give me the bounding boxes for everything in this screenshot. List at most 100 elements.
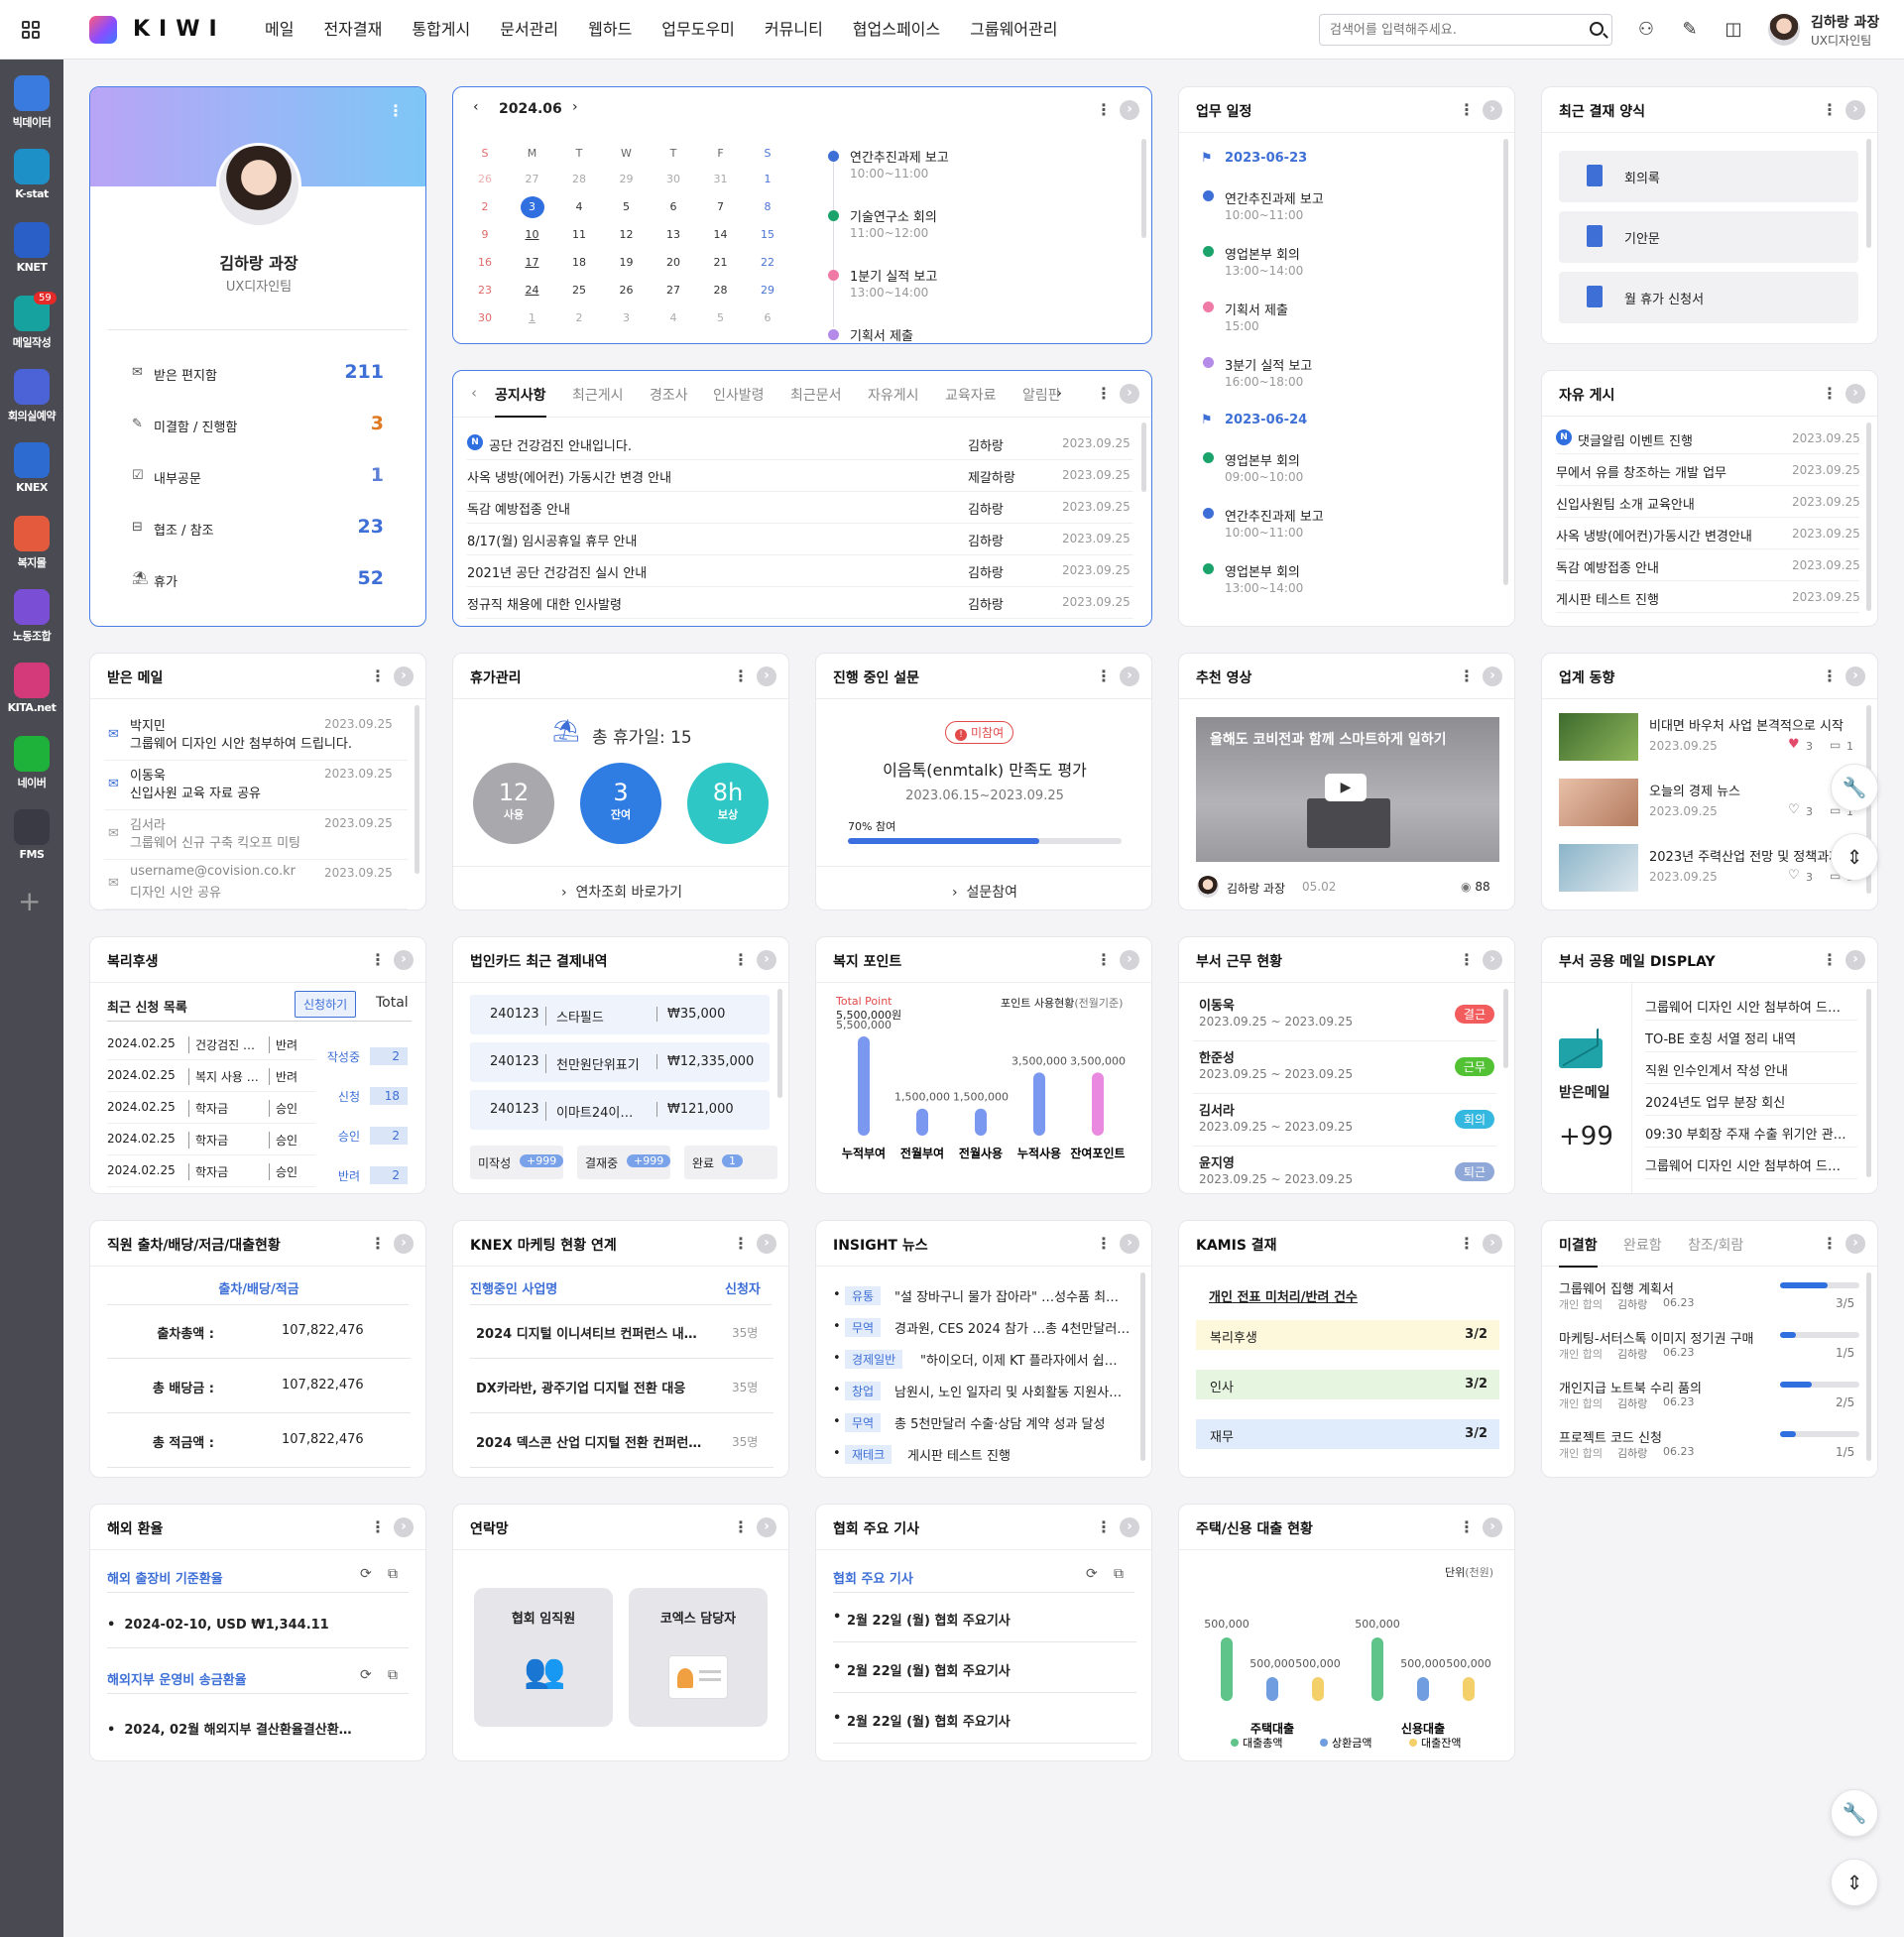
approval-title[interactable]: 프로젝트 코드 신청 (1559, 1427, 1769, 1446)
arrow-right-icon[interactable]: › (1483, 1234, 1502, 1254)
mail-row[interactable]: ✉ 이동욱 신입사원 교육 자료 공유 2023.09.25 (104, 761, 408, 810)
arrow-right-icon[interactable]: › (1845, 666, 1865, 686)
post-row[interactable]: N 댓글알림 이벤트 진행 2023.09.25 (1556, 423, 1860, 454)
notice-row[interactable]: 사옥 냉방(에어컨) 가동시간 변경 안내 제갈하랑 2023.09.25 (467, 460, 1133, 492)
staff-contacts-tile[interactable]: 협회 임직원 👥 (474, 1588, 613, 1727)
calendar-day[interactable]: 1 (521, 307, 544, 329)
more-icon[interactable]: ⋮ (1820, 100, 1840, 120)
pencil-icon[interactable]: ✎ (1678, 18, 1702, 42)
remit-rate-title[interactable]: 해외지부 운영비 송금환율 (107, 1669, 247, 1688)
more-icon[interactable]: ⋮ (368, 1517, 388, 1537)
calendar-day[interactable]: 27 (661, 280, 685, 302)
calendar-day[interactable]: 17 (521, 252, 544, 274)
welfare-row[interactable]: 2024.02.25 학자금 승인 (107, 1092, 315, 1124)
calendar-day[interactable]: 2 (473, 196, 497, 218)
calendar-day[interactable]: 15 (756, 224, 779, 246)
calendar-day[interactable]: 9 (473, 224, 497, 246)
stat-label[interactable]: 휴가 (154, 571, 178, 590)
more-icon[interactable]: ⋮ (731, 666, 751, 686)
calendar-day[interactable]: 11 (567, 224, 591, 246)
post-row[interactable]: 독감 예방접종 안내 2023.09.25 (1556, 549, 1860, 581)
arrow-right-icon[interactable]: › (1120, 950, 1139, 970)
summary-label[interactable]: 신청 (326, 1088, 360, 1105)
sidebar-item[interactable]: KNEX (0, 442, 63, 494)
calendar-day[interactable]: 16 (473, 252, 497, 274)
scrollbar[interactable] (777, 989, 782, 1098)
arrow-right-icon[interactable]: › (1845, 1234, 1865, 1254)
sidebar-item[interactable]: K-stat (0, 149, 63, 200)
calendar-day[interactable]: 12 (615, 224, 639, 246)
nav-item[interactable]: 문서관리 (485, 0, 573, 60)
sidebar-item[interactable]: KNET (0, 222, 63, 274)
notice-tab[interactable]: 공지사항 (495, 385, 546, 418)
scrollbar[interactable] (415, 705, 419, 874)
calendar-day[interactable]: 22 (756, 252, 779, 274)
external-link-icon[interactable]: ⧉ (388, 1566, 398, 1582)
travel-rate-title[interactable]: 해외 출장비 기준환율 (107, 1568, 223, 1587)
calendar-day[interactable]: 28 (709, 280, 733, 302)
more-icon[interactable]: ⋮ (1457, 1234, 1477, 1254)
shared-mail-row[interactable]: 2024년도 업무 분장 회신 (1645, 1084, 1857, 1116)
notice-tab[interactable]: 교육자료 (945, 385, 997, 405)
kamis-row[interactable]: 재무 3/2 (1196, 1419, 1499, 1449)
event-title[interactable]: 기획서 제출 (850, 325, 913, 343)
scrollbar[interactable] (1503, 139, 1508, 585)
attendance-row[interactable]: 윤지영 2023.09.25 ~ 2023.09.25 퇴근 (1193, 1147, 1496, 1193)
calendar-day[interactable]: 4 (567, 196, 591, 218)
post-row[interactable]: 무에서 유를 창조하는 개발 업무 2023.09.25 (1556, 454, 1860, 486)
profile-avatar[interactable] (216, 143, 301, 228)
card-payment-row[interactable]: 240123 천만원단위표기 ₩12,335,000 (470, 1042, 770, 1082)
event-title[interactable]: 연간추진과제 보고 (850, 147, 949, 166)
play-icon[interactable]: ▶ (1325, 774, 1367, 801)
calendar-day[interactable]: 29 (615, 169, 639, 190)
calendar-day[interactable]: 24 (521, 280, 544, 302)
survey-name[interactable]: 이음톡(enmtalk) 만족도 평가 (816, 757, 1151, 781)
sidebar-item[interactable]: 노동조합 (0, 589, 63, 644)
calendar-day[interactable]: 30 (661, 169, 685, 190)
nav-item[interactable]: 메일 (250, 0, 308, 60)
arrow-right-icon[interactable]: › (394, 1234, 414, 1254)
shared-mail-row[interactable]: 그룹웨어 디자인 시안 첨부하여 드… (1645, 989, 1857, 1021)
arrow-right-icon[interactable]: › (1845, 384, 1865, 404)
calendar-day[interactable]: 25 (567, 280, 591, 302)
arrow-right-icon[interactable]: › (394, 1517, 414, 1537)
sidebar-item[interactable]: 회의실예약 (0, 369, 63, 424)
search-icon[interactable] (1590, 22, 1604, 36)
pending-tab[interactable]: 참조/회람 (1688, 1235, 1743, 1255)
card-status-chip[interactable]: 미작성 +999 (470, 1146, 564, 1179)
schedule-title[interactable]: 연간추진과제 보고 (1225, 188, 1324, 207)
nav-item[interactable]: 그룹웨어관리 (955, 0, 1072, 60)
calendar-day[interactable]: 30 (473, 307, 497, 329)
arrow-right-icon[interactable]: › (757, 1234, 776, 1254)
nav-item[interactable]: 커뮤니티 (750, 0, 838, 60)
summary-label[interactable]: 승인 (326, 1128, 360, 1145)
arrow-right-icon[interactable]: › (1483, 666, 1502, 686)
arrow-right-icon[interactable]: › (1483, 100, 1502, 120)
more-icon[interactable]: ⋮ (1094, 666, 1114, 686)
pending-tab[interactable]: 미결함 (1559, 1235, 1598, 1268)
calendar-day[interactable]: 2 (567, 307, 591, 329)
more-icon[interactable]: ⋮ (368, 666, 388, 686)
calendar-day[interactable]: 6 (756, 307, 779, 329)
post-row[interactable]: 신입사원팀 소개 교육안내 2023.09.25 (1556, 486, 1860, 518)
notice-row[interactable]: 독감 예방접종 안내 김하랑 2023.09.25 (467, 492, 1133, 524)
calendar-day[interactable]: 7 (709, 196, 733, 218)
calendar-day[interactable]: 26 (473, 169, 497, 190)
notice-tab[interactable]: 경조사 (650, 385, 688, 405)
stat-value[interactable]: 23 (358, 516, 384, 538)
calendar-day[interactable]: 8 (756, 196, 779, 218)
app-grid-icon[interactable] (22, 21, 40, 39)
post-row[interactable]: 사옥 냉방(에어컨)가동시간 변경안내 2023.09.25 (1556, 518, 1860, 549)
arrow-right-icon[interactable]: › (1120, 1517, 1139, 1537)
refresh-icon[interactable]: ⟳ (1086, 1566, 1098, 1582)
news-thumbnail[interactable] (1559, 844, 1638, 892)
attendance-row[interactable]: 한준성 2023.09.25 ~ 2023.09.25 근무 (1193, 1041, 1496, 1094)
stat-label[interactable]: 내부공문 (154, 468, 201, 487)
search-input[interactable] (1320, 15, 1568, 45)
expand-collapse-icon[interactable]: ⇕ (1831, 1859, 1878, 1906)
sidebar-item[interactable]: 59 메일작성 (0, 292, 63, 350)
video-thumbnail[interactable]: 올해도 코비전과 함께 스마트하게 일하기 ▶ (1196, 717, 1499, 862)
scrollbar[interactable] (1140, 1272, 1145, 1461)
calendar-day[interactable]: 14 (709, 224, 733, 246)
calendar-day[interactable]: 4 (661, 307, 685, 329)
